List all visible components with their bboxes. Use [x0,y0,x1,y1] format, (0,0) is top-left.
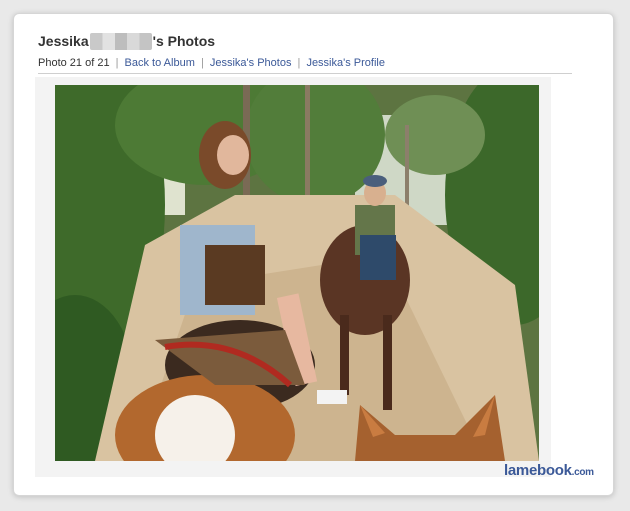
separator: | [297,57,301,69]
watermark-domain: .com [571,467,594,478]
title-suffix: 's Photos [152,33,216,49]
owner-profile-link[interactable]: Jessika's Profile [306,57,385,69]
owner-first-name: Jessika [38,33,89,49]
back-to-album-link[interactable]: Back to Album [125,57,195,69]
separator: | [200,57,204,69]
photo-navigation: Photo 21 of 21 | Back to Album | Jessika… [38,57,385,69]
separator: | [115,57,119,69]
lamebook-watermark: lamebook.com [504,462,594,479]
horseback-ride-photo-illustration [55,85,539,461]
page-title: Jessika 's Photos [38,31,215,51]
photo-counter: Photo 21 of 21 [38,57,110,69]
redacted-last-name [89,32,152,50]
owner-photos-link[interactable]: Jessika's Photos [210,57,292,69]
photo-frame [35,77,551,477]
main-photo[interactable] [55,85,539,461]
divider [38,73,572,74]
photo-viewer-card: Jessika 's Photos Photo 21 of 21 | Back … [13,13,614,496]
watermark-brand: lamebook [504,462,572,479]
